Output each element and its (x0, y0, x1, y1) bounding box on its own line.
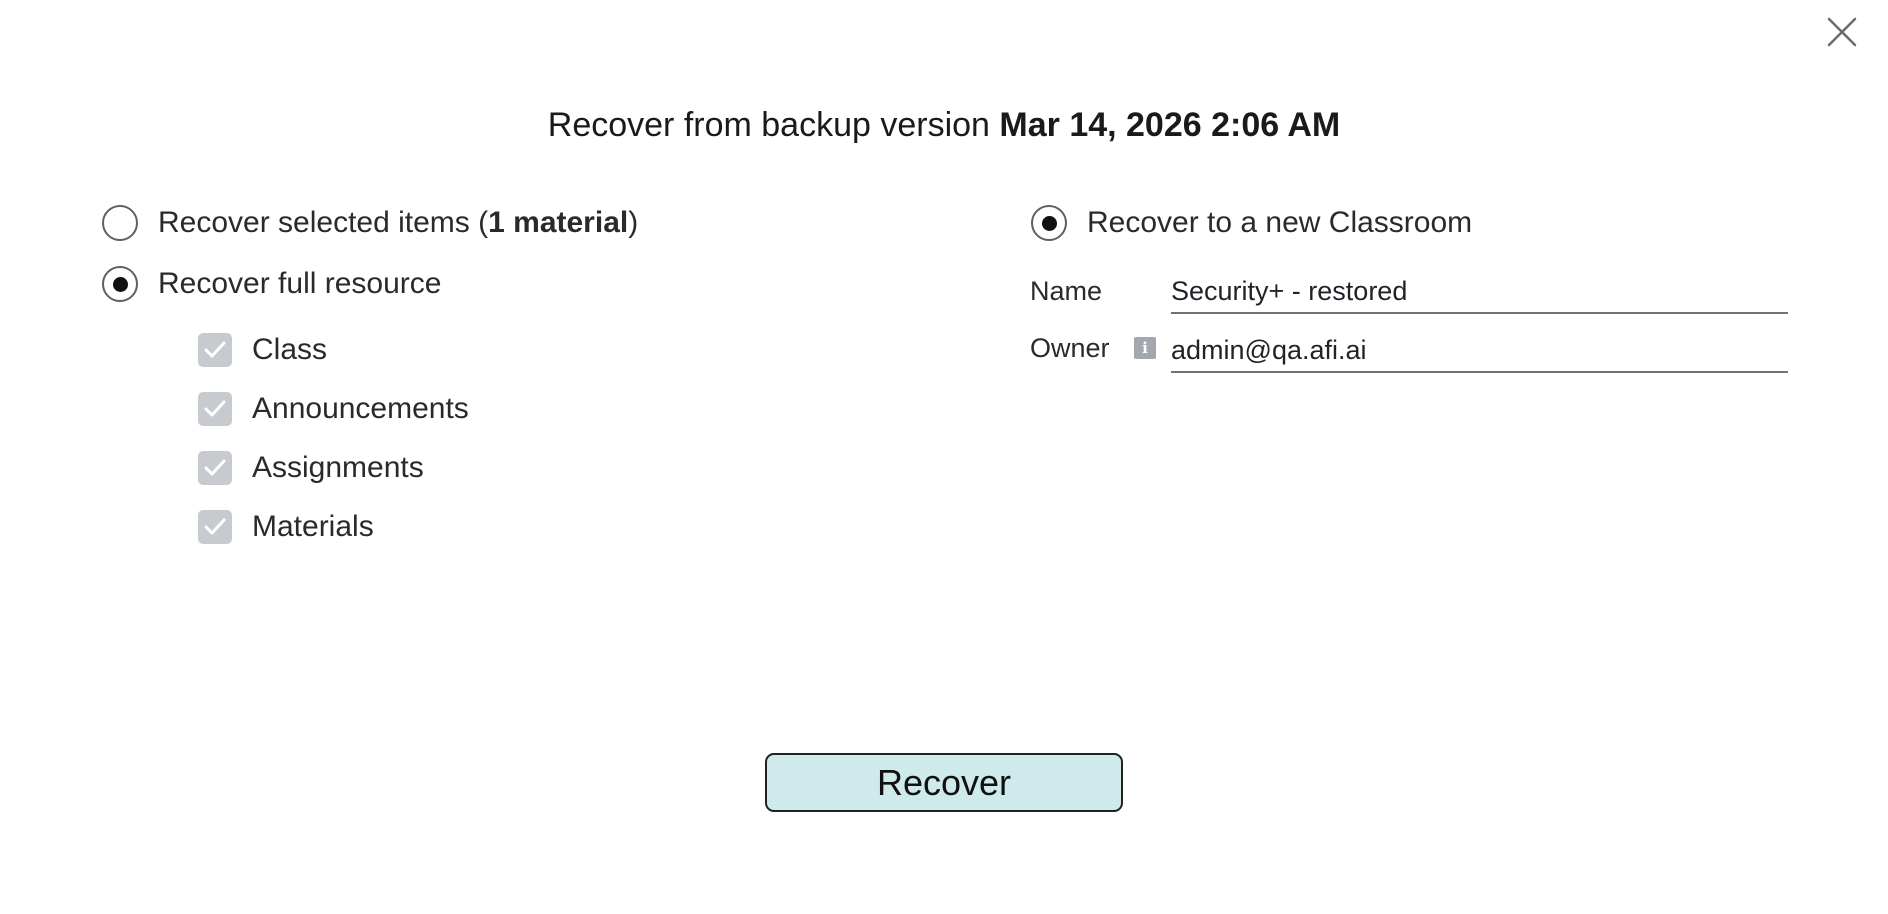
backup-version-date: Mar 14, 2026 2:06 AM (999, 106, 1341, 144)
name-label: Name (1030, 276, 1103, 306)
checkmark-icon (204, 459, 226, 476)
checkmark-icon (204, 341, 226, 358)
component-announcements-row: Announcements (198, 392, 469, 426)
announcements-checkbox (198, 392, 232, 426)
name-field[interactable] (1171, 270, 1788, 314)
component-class-row: Class (198, 333, 327, 367)
recover-full-resource-option[interactable]: Recover full resource (102, 266, 441, 302)
recover-selected-items-option[interactable]: Recover selected items (1 material) (102, 205, 638, 241)
dialog-title: Recover from backup version Mar 14, 2026… (0, 106, 1888, 145)
announcements-label: Announcements (252, 392, 469, 425)
class-checkbox (198, 333, 232, 367)
materials-checkbox (198, 510, 232, 544)
checkmark-icon (204, 400, 226, 417)
owner-label: Owner (1030, 333, 1110, 363)
checkmark-icon (204, 518, 226, 535)
info-icon[interactable]: i (1134, 337, 1156, 359)
recover-full-resource-radio[interactable] (102, 266, 138, 302)
class-label: Class (252, 333, 328, 366)
recover-new-classroom-label: Recover to a new Classroom (1087, 206, 1473, 239)
recover-dialog: Recover from backup version Mar 14, 2026… (0, 0, 1888, 914)
title-prefix: Recover from backup version (547, 106, 1000, 144)
assignments-label: Assignments (252, 451, 424, 484)
assignments-checkbox (198, 451, 232, 485)
recover-new-classroom-radio[interactable] (1031, 205, 1067, 241)
close-icon[interactable] (1824, 14, 1860, 50)
selected-items-count: 1 material (488, 206, 629, 239)
recover-selected-items-label: Recover selected items (1 material) (158, 206, 639, 239)
recover-button[interactable]: Recover (765, 753, 1123, 812)
component-materials-row: Materials (198, 510, 374, 544)
owner-field[interactable] (1171, 329, 1788, 373)
component-assignments-row: Assignments (198, 451, 424, 485)
materials-label: Materials (252, 510, 374, 543)
recover-new-classroom-option[interactable]: Recover to a new Classroom (1031, 205, 1472, 241)
recover-full-resource-label: Recover full resource (158, 267, 442, 300)
recover-selected-items-radio[interactable] (102, 205, 138, 241)
